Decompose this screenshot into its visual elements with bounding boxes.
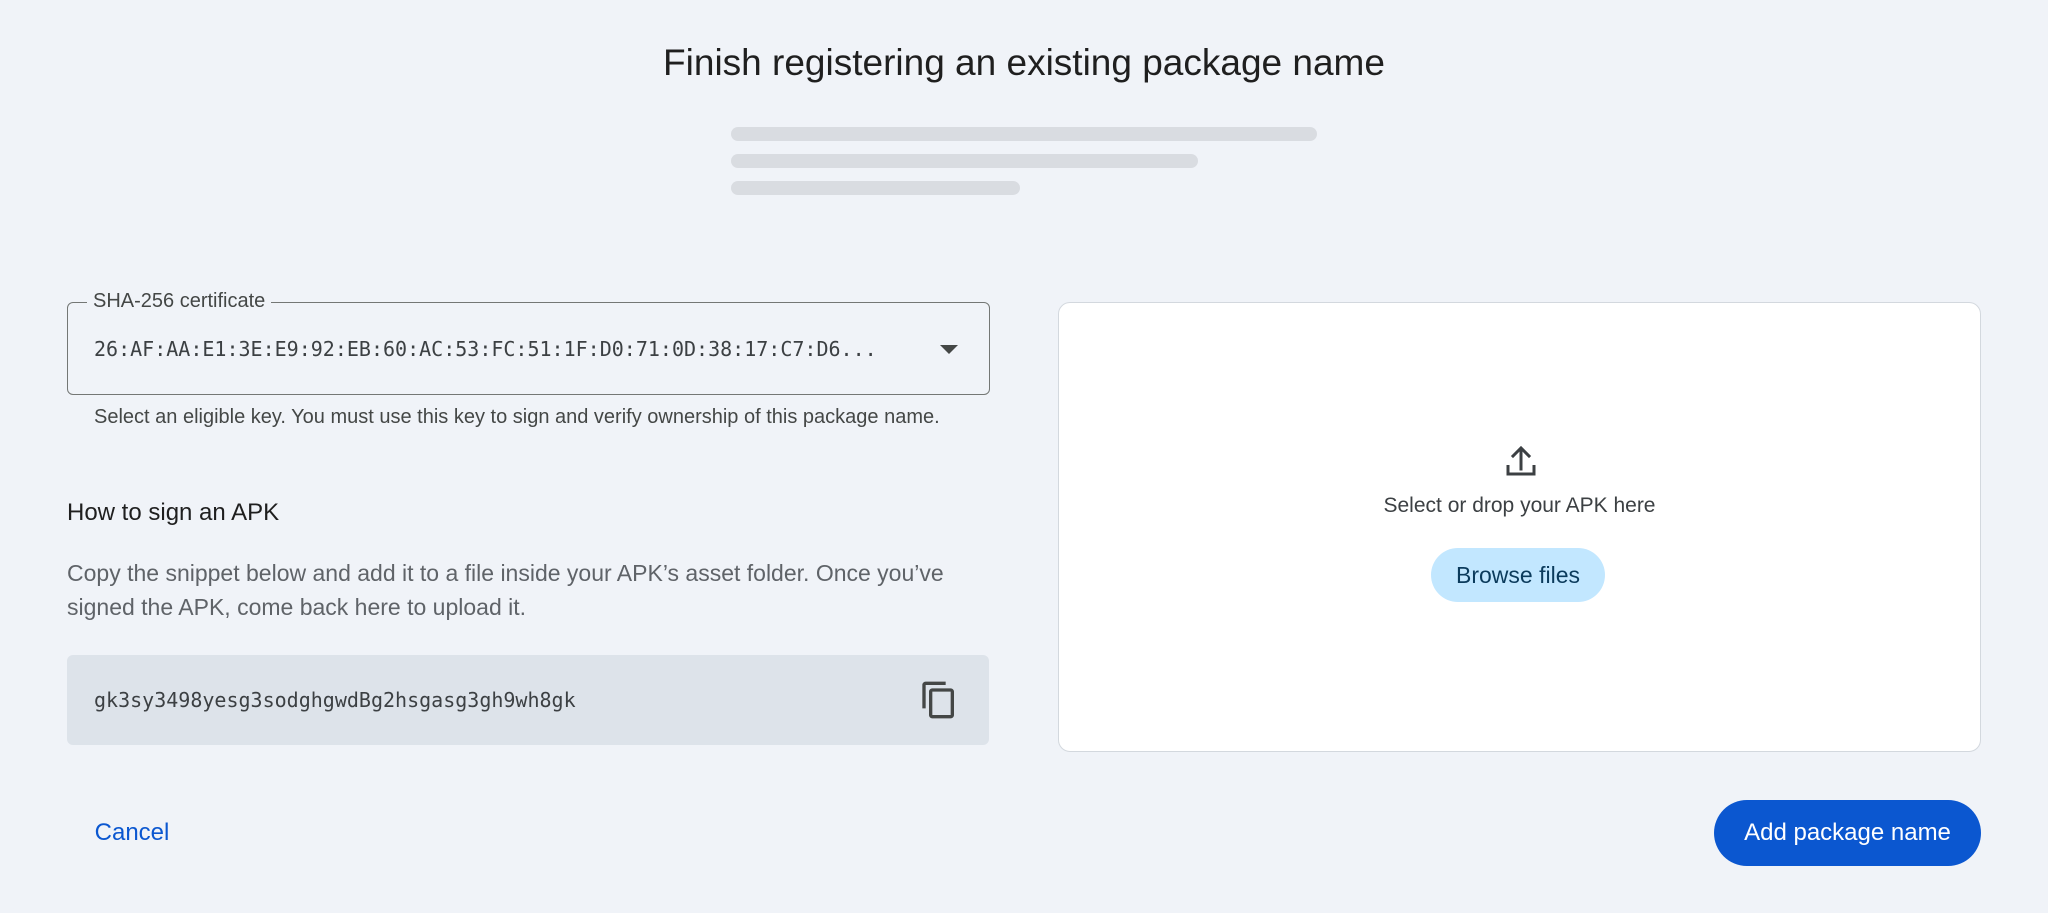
browse-files-button[interactable]: Browse files xyxy=(1431,548,1605,602)
dropzone-prompt: Select or drop your APK here xyxy=(1383,494,1656,517)
sign-apk-heading: How to sign an APK xyxy=(67,499,280,526)
upload-icon xyxy=(1505,443,1537,477)
loading-placeholder-line-1 xyxy=(731,127,1317,141)
snippet-box: gk3sy3498yesg3sodghgwdBg2hsgasg3gh9wh8gk xyxy=(67,655,989,745)
add-package-name-button[interactable]: Add package name xyxy=(1714,800,1981,866)
copy-icon[interactable] xyxy=(919,680,959,720)
snippet-text: gk3sy3498yesg3sodghgwdBg2hsgasg3gh9wh8gk xyxy=(94,688,576,712)
certificate-helper-text: Select an eligible key. You must use thi… xyxy=(94,406,940,428)
loading-placeholder-line-2 xyxy=(731,154,1198,168)
loading-placeholder-line-3 xyxy=(731,181,1020,195)
cancel-button[interactable]: Cancel xyxy=(67,800,197,866)
dialog-title: Finish registering an existing package n… xyxy=(663,42,1385,83)
certificate-select-label: SHA-256 certificate xyxy=(87,288,272,315)
apk-dropzone[interactable]: Select or drop your APK here Browse file… xyxy=(1058,302,1981,752)
dropdown-arrow-icon[interactable] xyxy=(940,345,958,354)
register-package-dialog: Finish registering an existing package n… xyxy=(0,0,2048,913)
sign-apk-description: Copy the snippet below and add it to a f… xyxy=(67,560,944,620)
certificate-select-value[interactable]: 26:AF:AA:E1:3E:E9:92:EB:60:AC:53:FC:51:1… xyxy=(94,334,877,364)
